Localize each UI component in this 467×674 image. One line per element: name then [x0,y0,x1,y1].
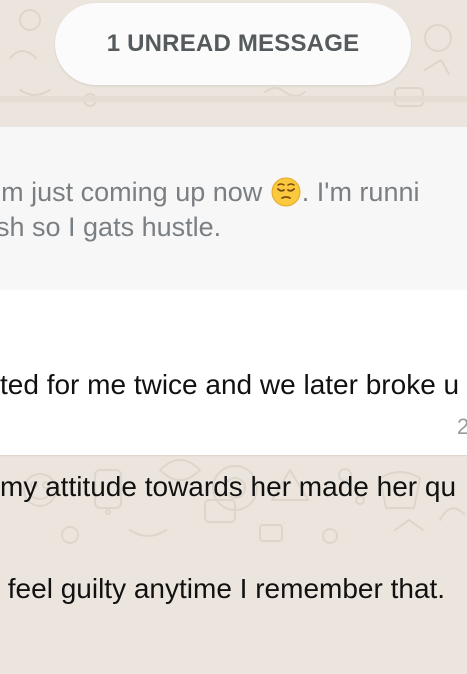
message-line-2: my attitude towards her made her qu [0,471,457,502]
message-bubble[interactable]: ted for me twice and we later broke u my… [0,290,467,604]
unread-messages-banner: 1 UNREAD MESSAGE [55,3,411,85]
date-divider-strip [0,96,467,102]
message-text: ted for me twice and we later broke u my… [0,300,467,674]
message-line-1: ted for me twice and we later broke u [0,369,460,400]
quoted-reply-line1-start: 'm just coming up now [0,177,270,207]
quoted-reply-text: 'm just coming up now . I'm runni sh so … [0,175,467,245]
message-line-3: feel guilty anytime I remember that. [0,573,446,604]
message-timestamp: 2 [457,414,467,439]
pensive-face-icon [271,177,301,207]
unread-messages-label: 1 UNREAD MESSAGE [106,30,360,57]
quoted-reply-line1-end: . I'm runni [301,177,420,207]
quoted-reply-line2: sh so I gats hustle. [0,212,222,242]
quoted-reply-preview[interactable]: 'm just coming up now . I'm runni sh so … [0,126,467,290]
